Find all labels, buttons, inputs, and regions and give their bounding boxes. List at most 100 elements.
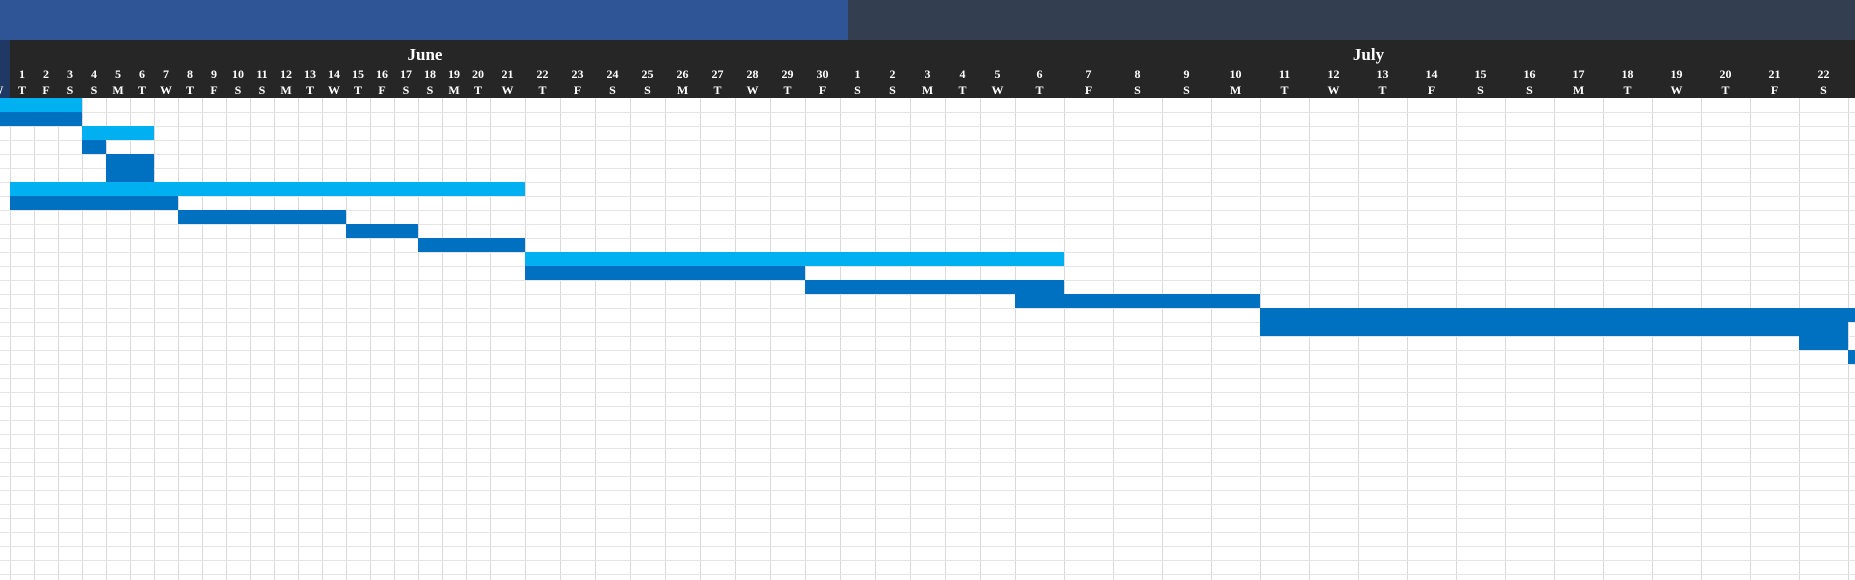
grid-column-line xyxy=(226,98,227,580)
grid-column-line xyxy=(525,98,526,580)
weekday-letter: S xyxy=(1848,83,1855,97)
task-bar[interactable] xyxy=(805,280,1064,294)
day-number: 2 xyxy=(889,67,896,81)
day-number: 3 xyxy=(924,67,931,81)
grid-row-line xyxy=(0,126,1855,127)
grid-column-line xyxy=(154,98,155,580)
summary-bar[interactable] xyxy=(525,252,1064,266)
day-number: 29 xyxy=(781,67,794,81)
weekday-letter: M xyxy=(1572,83,1585,97)
summary-bar[interactable] xyxy=(10,182,525,196)
weekday-letter: S xyxy=(1526,83,1533,97)
task-bar[interactable] xyxy=(346,224,418,238)
day-number: 17 xyxy=(1572,67,1585,81)
day-number: 20 xyxy=(472,67,484,81)
summary-bar[interactable] xyxy=(0,98,82,112)
grid-row-line xyxy=(0,112,1855,113)
weekday-letter: S xyxy=(426,83,434,97)
task-bar[interactable] xyxy=(418,238,525,252)
weekday-letter: S xyxy=(1820,83,1827,97)
grid-row-line xyxy=(0,406,1855,407)
day-number: 30 xyxy=(816,67,829,81)
weekday-letter: T xyxy=(783,83,792,97)
task-bar[interactable] xyxy=(0,112,82,126)
day-number: 7 xyxy=(1085,67,1092,81)
grid-column-line xyxy=(82,98,83,580)
title-band-left xyxy=(0,0,848,40)
grid-row-line xyxy=(0,448,1855,449)
day-number: 22 xyxy=(536,67,549,81)
day-number: 21 xyxy=(1768,67,1781,81)
grid-column-line xyxy=(1358,98,1359,580)
grid-column-line xyxy=(1015,98,1016,580)
grid-column-line xyxy=(178,98,179,580)
grid-column-line xyxy=(980,98,981,580)
task-bar[interactable] xyxy=(106,168,154,182)
grid-row-line xyxy=(0,336,1855,337)
grid-row-line xyxy=(0,574,1855,575)
grid-row-line xyxy=(0,238,1855,239)
task-bar[interactable] xyxy=(178,210,346,224)
day-number: 13 xyxy=(304,67,316,81)
task-bar[interactable] xyxy=(1015,294,1260,308)
weekday-letter: T xyxy=(1623,83,1632,97)
task-bar[interactable] xyxy=(82,140,106,154)
weekday-letter: W xyxy=(991,83,1004,97)
day-number: 19 xyxy=(448,67,460,81)
day-number: 4 xyxy=(959,67,966,81)
grid-column-line xyxy=(595,98,596,580)
grid-column-line xyxy=(1162,98,1163,580)
grid-column-line xyxy=(910,98,911,580)
weekday-letter: S xyxy=(1183,83,1190,97)
grid-column-line xyxy=(1211,98,1212,580)
weekday-letter: T xyxy=(17,83,26,97)
task-bar[interactable] xyxy=(10,196,178,210)
grid-column-line xyxy=(1848,98,1849,580)
month-label: June xyxy=(407,45,443,64)
weekday-letter: T xyxy=(473,83,482,97)
weekday-letter: T xyxy=(1280,83,1289,97)
weekday-letter: T xyxy=(713,83,722,97)
weekday-letter: S xyxy=(234,83,242,97)
day-number: 23 xyxy=(571,67,584,81)
task-bar[interactable] xyxy=(1848,350,1855,364)
weekday-letter: T xyxy=(1035,83,1044,97)
weekday-letter: T xyxy=(353,83,362,97)
weekday-letter: W xyxy=(1327,83,1340,97)
task-bar[interactable] xyxy=(525,266,805,280)
grid-row-line xyxy=(0,140,1855,141)
grid-column-line xyxy=(1064,98,1065,580)
day-number: 17 xyxy=(400,67,412,81)
grid-column-line xyxy=(875,98,876,580)
day-number: 11 xyxy=(1278,67,1291,81)
task-bar[interactable] xyxy=(1260,322,1848,336)
day-number: 7 xyxy=(163,67,169,81)
weekday-letter: S xyxy=(889,83,896,97)
grid-column-line xyxy=(700,98,701,580)
day-number: 2 xyxy=(43,67,49,81)
day-number: 9 xyxy=(211,67,217,81)
grid-column-line xyxy=(1652,98,1653,580)
day-number: 26 xyxy=(676,67,689,81)
grid-row-line xyxy=(0,546,1855,547)
grid-column-line xyxy=(394,98,395,580)
summary-bar[interactable] xyxy=(82,126,154,140)
day-number: 15 xyxy=(1474,67,1487,81)
weekday-letter: M xyxy=(448,83,460,97)
weekday-letter: S xyxy=(644,83,651,97)
task-bar[interactable] xyxy=(1260,308,1855,322)
day-number: 18 xyxy=(424,67,436,81)
day-number: 8 xyxy=(1134,67,1141,81)
weekday-letter: T xyxy=(137,83,146,97)
weekday-letter: M xyxy=(1229,83,1242,97)
weekday-letter: F xyxy=(42,83,50,97)
weekday-letter: F xyxy=(210,83,218,97)
day-number: 20 xyxy=(1719,67,1732,81)
day-number: 1 xyxy=(0,67,10,81)
day-number: 10 xyxy=(232,67,244,81)
grid-column-line xyxy=(322,98,323,580)
task-bar[interactable] xyxy=(1799,336,1848,350)
task-bar[interactable] xyxy=(106,154,154,168)
weekday-letter: F xyxy=(573,83,582,97)
weekday-letter: F xyxy=(1427,83,1436,97)
